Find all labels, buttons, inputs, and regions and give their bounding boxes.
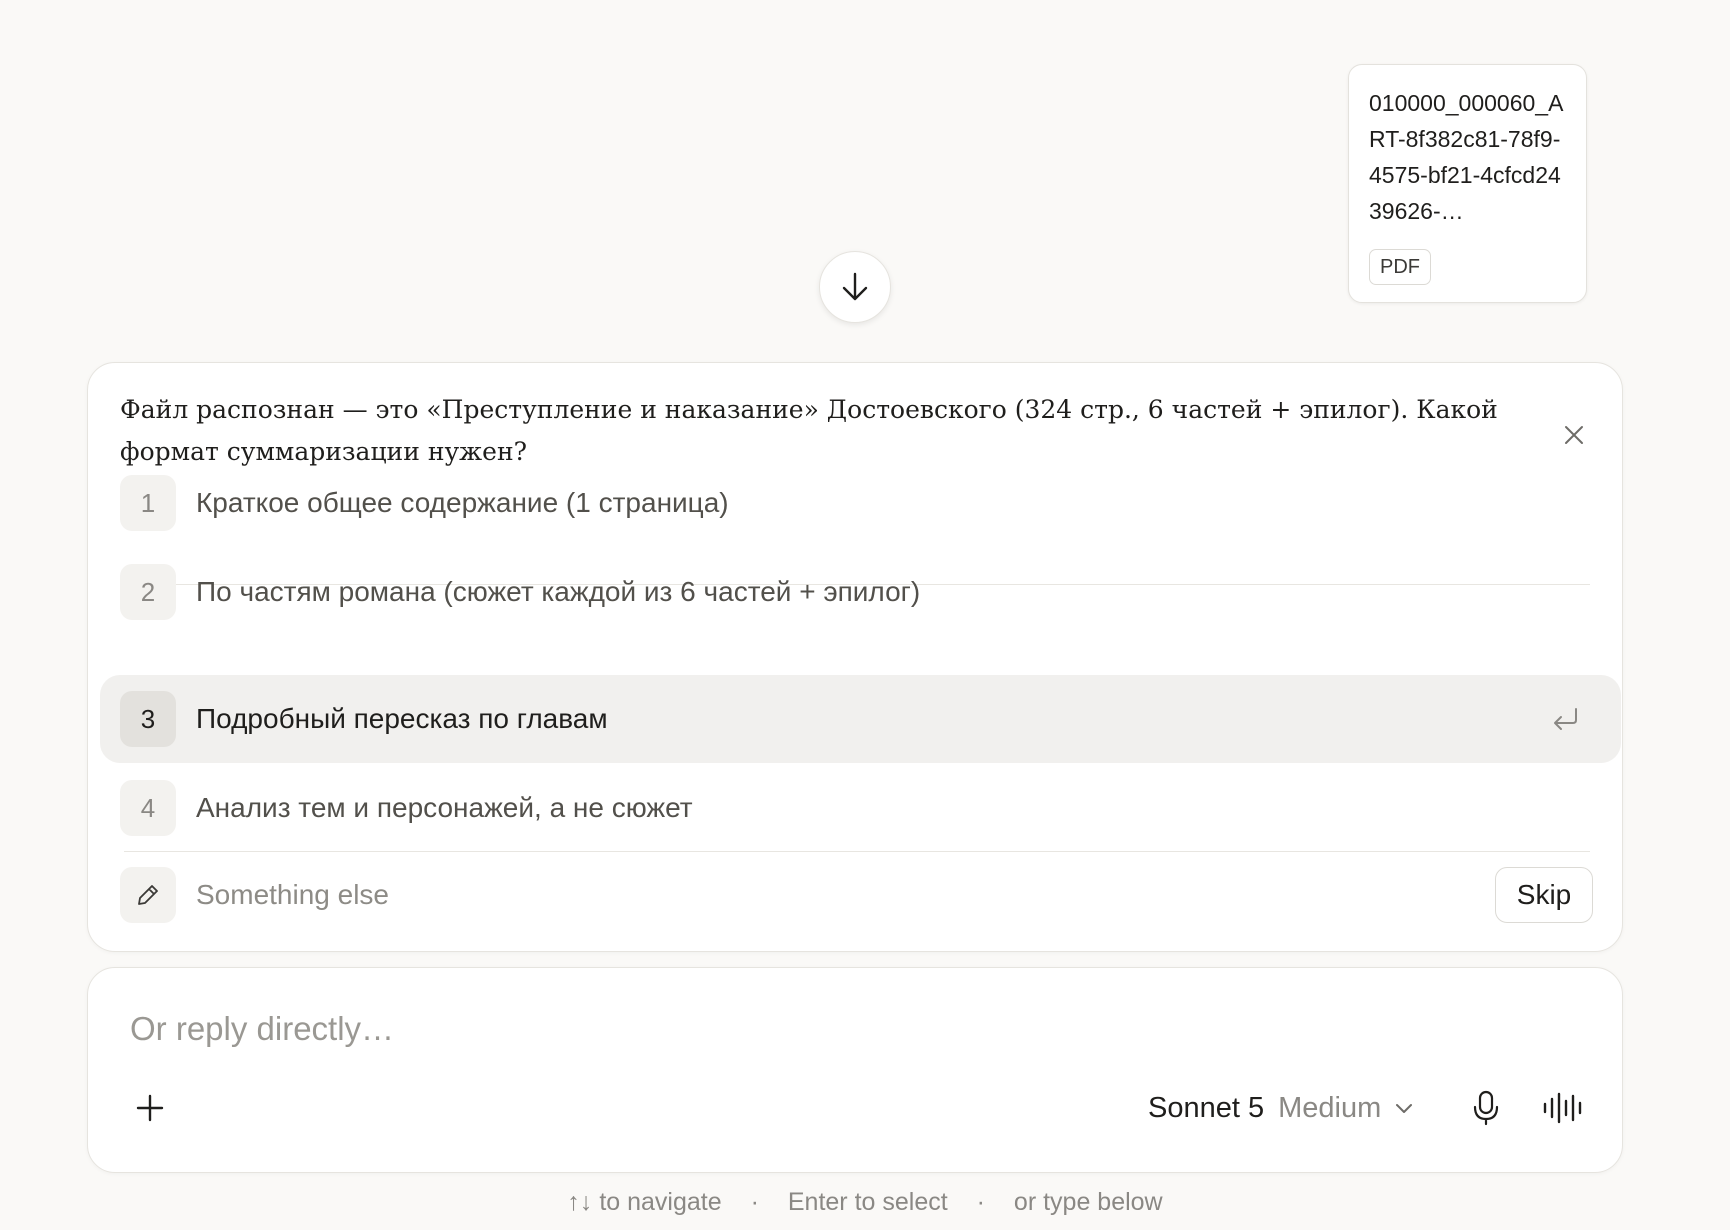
plus-icon	[136, 1094, 164, 1122]
option-3-selected[interactable]: 3 Подробный пересказ по главам	[100, 675, 1621, 763]
arrow-keys-icon: ↑↓	[567, 1188, 593, 1216]
hint-select: Enter to select	[787, 1188, 948, 1216]
hint-navigate: to navigate	[599, 1188, 722, 1216]
pencil-icon	[138, 885, 158, 905]
option-label: Подробный пересказ по главам	[196, 703, 608, 734]
reply-input[interactable]	[130, 1010, 1330, 1048]
option-number: 2	[120, 564, 176, 620]
effort-level: Medium	[1278, 1091, 1382, 1124]
attachment-card[interactable]: 010000_000060_ART-8f382c81-78f9-4575-bf2…	[1348, 64, 1587, 303]
hint-type: or type below	[1013, 1188, 1163, 1216]
separator: ·	[976, 1188, 985, 1216]
option-4[interactable]: 4 Анализ тем и персонажей, а не сюжет	[108, 764, 1498, 852]
something-else-label: Something else	[196, 879, 390, 910]
composer: Sonnet 5 Medium	[87, 967, 1623, 1173]
pencil-icon-box	[120, 867, 176, 923]
option-2[interactable]: 2 По частям романа (сюжет каждой из 6 ча…	[108, 548, 1498, 636]
option-number: 3	[120, 691, 176, 747]
model-selector[interactable]: Sonnet 5 Medium	[1148, 1088, 1413, 1128]
scroll-to-bottom-button[interactable]	[819, 251, 891, 323]
separator: ·	[750, 1188, 759, 1216]
page: 010000_000060_ART-8f382c81-78f9-4575-bf2…	[0, 0, 1730, 1230]
option-number: 4	[120, 780, 176, 836]
skip-button[interactable]: Skip	[1495, 867, 1593, 923]
clarifying-question-card: Файл распознан — это «Преступление и нак…	[87, 362, 1623, 952]
voice-mode-button[interactable]	[1540, 1088, 1588, 1128]
model-name: Sonnet 5	[1148, 1091, 1265, 1124]
enter-key-icon	[1554, 708, 1577, 730]
option-label: Краткое общее содержание (1 страница)	[196, 487, 729, 518]
close-icon	[1565, 426, 1583, 444]
chevron-down-icon	[1396, 1104, 1413, 1113]
attachment-filename: 010000_000060_ART-8f382c81-78f9-4575-bf2…	[1369, 90, 1564, 224]
arrow-down-icon	[842, 272, 868, 301]
microphone-button[interactable]	[1466, 1088, 1506, 1128]
voice-waveform-icon	[1543, 1092, 1582, 1124]
close-button[interactable]	[1556, 417, 1592, 453]
option-number: 1	[120, 475, 176, 531]
option-label: По частям романа (сюжет каждой из 6 част…	[196, 576, 921, 607]
add-attachment-button[interactable]	[130, 1088, 170, 1128]
keyboard-hints: ↑↓ to navigate · Enter to select · or ty…	[0, 1188, 1730, 1217]
option-1[interactable]: 1 Краткое общее содержание (1 страница)	[108, 459, 1498, 547]
option-label: Анализ тем и персонажей, а не сюжет	[196, 792, 693, 823]
file-type-badge: PDF	[1369, 249, 1431, 285]
microphone-icon	[1473, 1090, 1499, 1126]
option-something-else[interactable]: Something else	[108, 851, 1498, 939]
